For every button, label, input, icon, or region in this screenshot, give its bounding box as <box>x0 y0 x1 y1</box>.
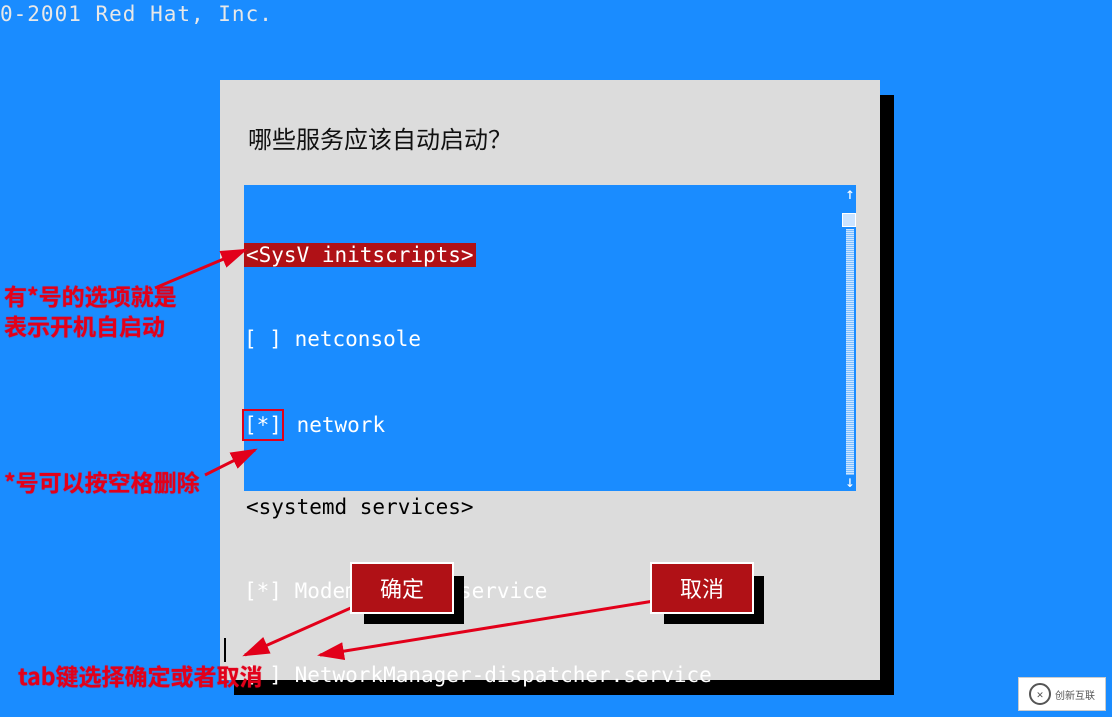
annotation-space-delete: *号可以按空格删除 <box>4 466 200 496</box>
service-label: network <box>297 413 386 437</box>
scrollbar[interactable]: ↑ ↓ <box>844 185 856 491</box>
checkbox[interactable]: [ ] <box>244 325 282 353</box>
scroll-indicator <box>842 213 856 227</box>
watermark-logo: ✕ 创新互联 <box>1018 677 1106 711</box>
scroll-track[interactable] <box>846 229 854 475</box>
scroll-down-icon[interactable]: ↓ <box>844 475 856 489</box>
arrow-to-abrt-check <box>200 440 270 480</box>
checkbox-highlight[interactable]: [*] <box>242 409 284 441</box>
logo-text: 创新互联 <box>1055 687 1095 702</box>
list-header-sysv: <SysV initscripts> <box>244 241 856 269</box>
ok-button-wrap: 确定 <box>350 562 450 610</box>
cancel-button[interactable]: 取消 <box>650 562 754 614</box>
ok-button[interactable]: 确定 <box>350 562 454 614</box>
service-row[interactable]: [*] network <box>244 409 856 437</box>
cancel-button-wrap: 取消 <box>650 562 750 610</box>
scroll-up-icon[interactable]: ↑ <box>844 187 856 201</box>
service-row[interactable]: [ ] netconsole <box>244 325 856 353</box>
list-header-systemd: <systemd services> <box>244 493 856 521</box>
service-label: netconsole <box>295 327 421 351</box>
arrow-to-network-checkbox <box>150 240 260 290</box>
service-listbox[interactable]: <SysV initscripts> [ ] netconsole [*] ne… <box>244 185 856 491</box>
copyright-text: 0-2001 Red Hat, Inc. <box>0 2 273 26</box>
annotation-tab: tab键选择确定或者取消 <box>18 660 263 690</box>
logo-icon: ✕ <box>1029 683 1051 705</box>
dialog-title: 哪些服务应该自动启动？ <box>248 120 856 155</box>
